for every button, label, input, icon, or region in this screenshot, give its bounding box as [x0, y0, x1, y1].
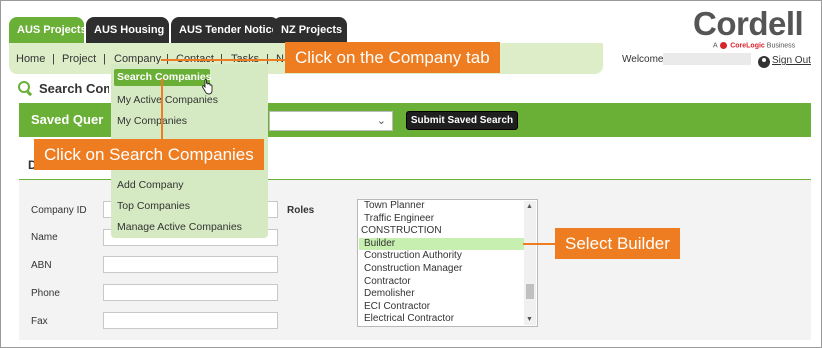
role-option-demolisher[interactable]: Demolisher [359, 288, 524, 301]
nav-project[interactable]: Project [62, 53, 96, 65]
scroll-down-arrow[interactable]: ▼ [526, 316, 533, 323]
tab-aus-tender-notices[interactable]: AUS Tender Notices [171, 17, 284, 43]
tab-aus-projects[interactable]: AUS Projects [9, 17, 87, 43]
roles-scrollbar[interactable]: ▲ ▼ [524, 201, 536, 325]
fax-label: Fax [31, 316, 48, 327]
corelogic-mark-icon [720, 42, 728, 49]
saved-queries-label: Saved Quer [31, 112, 104, 127]
page-title: Search Com [39, 81, 109, 96]
role-option-construction-authority[interactable]: Construction Authority [359, 250, 524, 263]
username-redacted [663, 53, 751, 65]
corelogic-byline: A CoreLogic Business [713, 42, 795, 49]
abn-field[interactable] [103, 256, 278, 273]
role-option-contractor[interactable]: Contractor [359, 276, 524, 289]
byline-suffix: Business [766, 42, 796, 50]
tab-aus-housing[interactable]: AUS Housing [86, 17, 169, 43]
role-option-builder[interactable]: Builder [359, 237, 524, 251]
menu-add-company[interactable]: Add Company [117, 179, 184, 191]
roles-listbox[interactable]: Town Planner Traffic Engineer CONSTRUCTI… [357, 199, 538, 327]
name-label: Name [31, 232, 58, 243]
saved-queries-select[interactable]: ⌄ [269, 111, 393, 131]
nav-home[interactable]: Home [16, 53, 45, 65]
roles-label: Roles [287, 205, 315, 216]
phone-field[interactable] [103, 284, 278, 301]
user-icon [758, 56, 770, 68]
role-option-traffic-engineer[interactable]: Traffic Engineer [359, 213, 524, 226]
menu-manage-active-companies[interactable]: Manage Active Companies [117, 221, 242, 233]
callout-connector [523, 243, 555, 245]
welcome-text: Welcome [622, 54, 664, 65]
hand-cursor-icon [202, 79, 213, 95]
role-option-town-planner[interactable]: Town Planner [359, 200, 524, 213]
company-id-label: Company ID [31, 205, 87, 216]
menu-my-companies[interactable]: My Companies [117, 115, 187, 127]
scroll-up-arrow[interactable]: ▲ [526, 203, 533, 210]
byline-prefix: A [713, 42, 718, 50]
callout-connector [161, 79, 163, 139]
scroll-thumb[interactable] [526, 284, 534, 299]
app-window: AUS Projects AUS Housing AUS Tender Noti… [0, 0, 822, 348]
byline-brand: CoreLogic [730, 42, 765, 50]
role-option-electrical-contractor[interactable]: Electrical Contractor [359, 313, 524, 326]
cordell-logo: Cordell [693, 5, 804, 42]
role-group-construction: CONSTRUCTION [361, 225, 442, 237]
callout-search-companies: Click on Search Companies [34, 139, 264, 170]
nav-separator: | [52, 53, 55, 65]
callout-connector [161, 59, 285, 61]
search-icon [18, 81, 30, 93]
role-option-eci-contractor[interactable]: ECI Contractor [359, 301, 524, 314]
menu-top-companies[interactable]: Top Companies [117, 200, 190, 212]
phone-label: Phone [31, 288, 60, 299]
callout-company-tab: Click on the Company tab [285, 42, 500, 73]
tab-nz-projects[interactable]: NZ Projects [273, 17, 347, 43]
submit-saved-search-button[interactable]: Submit Saved Search [406, 111, 518, 130]
abn-label: ABN [31, 260, 52, 271]
fax-field[interactable] [103, 312, 278, 329]
nav-separator: | [103, 53, 106, 65]
sign-out-link[interactable]: Sign Out [772, 55, 811, 66]
chevron-down-icon: ⌄ [376, 115, 386, 127]
callout-select-builder: Select Builder [555, 228, 680, 259]
role-option-construction-manager[interactable]: Construction Manager [359, 263, 524, 276]
menu-my-active-companies[interactable]: My Active Companies [117, 94, 218, 106]
